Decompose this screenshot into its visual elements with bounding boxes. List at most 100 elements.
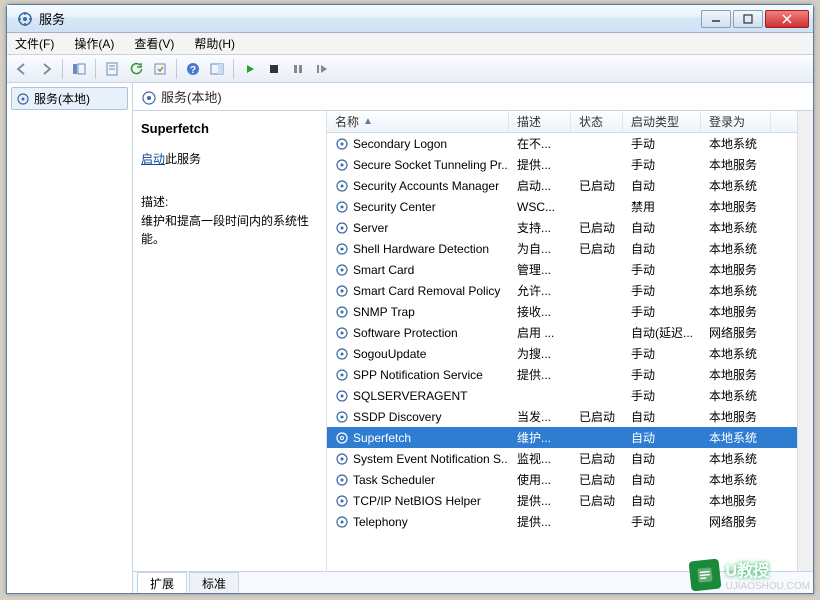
service-row[interactable]: TCP/IP NetBIOS Helper提供...已启动自动本地服务 <box>327 490 797 511</box>
start-suffix: 此服务 <box>165 152 201 166</box>
vertical-scrollbar[interactable] <box>797 111 813 571</box>
service-row[interactable]: SPP Notification Service提供...手动本地服务 <box>327 364 797 385</box>
gear-icon <box>335 389 349 403</box>
service-row[interactable]: Smart Card管理...手动本地服务 <box>327 259 797 280</box>
service-desc: 使用... <box>509 471 571 488</box>
properties-button[interactable] <box>101 58 123 80</box>
service-logon: 本地服务 <box>701 303 771 320</box>
service-start-type: 自动 <box>623 429 701 446</box>
service-name: SQLSERVERAGENT <box>353 389 467 403</box>
service-name: TCP/IP NetBIOS Helper <box>353 494 481 508</box>
service-name: Superfetch <box>353 431 411 445</box>
column-status[interactable]: 状态 <box>571 111 623 132</box>
menu-view[interactable]: 查看(V) <box>130 33 178 54</box>
service-name: Server <box>353 221 388 235</box>
back-button[interactable] <box>11 58 33 80</box>
refresh-button[interactable] <box>125 58 147 80</box>
column-desc[interactable]: 描述 <box>509 111 571 132</box>
service-name: Software Protection <box>353 326 458 340</box>
service-logon: 网络服务 <box>701 324 771 341</box>
start-service-button[interactable] <box>239 58 261 80</box>
close-button[interactable] <box>765 10 809 28</box>
service-logon: 本地系统 <box>701 450 771 467</box>
service-row[interactable]: SNMP Trap接收...手动本地服务 <box>327 301 797 322</box>
menu-file[interactable]: 文件(F) <box>11 33 58 54</box>
service-status: 已启动 <box>571 492 623 509</box>
service-row[interactable]: Telephony提供...手动网络服务 <box>327 511 797 532</box>
service-status: 已启动 <box>571 408 623 425</box>
menu-help[interactable]: 帮助(H) <box>190 33 239 54</box>
watermark: U教授 UJIAOSHOU.COM <box>690 557 810 592</box>
watermark-url: UJIAOSHOU.COM <box>726 581 810 592</box>
service-row[interactable]: Task Scheduler使用...已启动自动本地系统 <box>327 469 797 490</box>
gear-icon <box>335 179 349 193</box>
watermark-text: U教授 <box>726 563 770 580</box>
menu-action[interactable]: 操作(A) <box>70 33 118 54</box>
service-start-type: 禁用 <box>623 198 701 215</box>
list-header: 名称▲ 描述 状态 启动类型 登录为 <box>327 111 797 133</box>
service-row[interactable]: Superfetch维护...自动本地系统 <box>327 427 797 448</box>
service-start-type: 自动 <box>623 450 701 467</box>
start-link[interactable]: 启动 <box>141 152 165 166</box>
pause-service-button[interactable] <box>287 58 309 80</box>
tree-root-item[interactable]: 服务(本地) <box>11 87 128 110</box>
panel-body: Superfetch 启动此服务 描述: 维护和提高一段时间内的系统性能。 名称… <box>133 111 813 571</box>
service-status: 已启动 <box>571 219 623 236</box>
column-start-type[interactable]: 启动类型 <box>623 111 701 132</box>
service-name: Security Accounts Manager <box>353 179 499 193</box>
minimize-button[interactable] <box>701 10 731 28</box>
service-desc: 为自... <box>509 240 571 257</box>
service-row[interactable]: Software Protection启用 ...自动(延迟...网络服务 <box>327 322 797 343</box>
service-row[interactable]: SogouUpdate为搜...手动本地系统 <box>327 343 797 364</box>
column-name[interactable]: 名称▲ <box>327 111 509 132</box>
service-row[interactable]: Server支持...已启动自动本地系统 <box>327 217 797 238</box>
window-controls <box>701 10 809 28</box>
service-row[interactable]: Smart Card Removal Policy允许...手动本地系统 <box>327 280 797 301</box>
service-status: 已启动 <box>571 471 623 488</box>
service-row[interactable]: Secondary Logon在不...手动本地系统 <box>327 133 797 154</box>
service-logon: 本地服务 <box>701 198 771 215</box>
service-name: Shell Hardware Detection <box>353 242 489 256</box>
services-window: 服务 文件(F) 操作(A) 查看(V) 帮助(H) ? <box>6 4 814 594</box>
titlebar[interactable]: 服务 <box>7 5 813 33</box>
restart-service-button[interactable] <box>311 58 333 80</box>
service-row[interactable]: Security Accounts Manager启动...已启动自动本地系统 <box>327 175 797 196</box>
export-button[interactable] <box>149 58 171 80</box>
service-desc: 监视... <box>509 450 571 467</box>
service-desc: 管理... <box>509 261 571 278</box>
service-name: Secondary Logon <box>353 137 447 151</box>
service-desc: 启用 ... <box>509 324 571 341</box>
list-body[interactable]: Secondary Logon在不...手动本地系统Secure Socket … <box>327 133 797 571</box>
action-pane-button[interactable] <box>206 58 228 80</box>
tab-standard[interactable]: 标准 <box>189 572 239 593</box>
toolbar-separator <box>95 59 96 79</box>
service-desc: WSC... <box>509 200 571 214</box>
service-row[interactable]: Secure Socket Tunneling Pr...提供...手动本地服务 <box>327 154 797 175</box>
service-row[interactable]: SSDP Discovery当发...已启动自动本地服务 <box>327 406 797 427</box>
service-row[interactable]: SQLSERVERAGENT手动本地系统 <box>327 385 797 406</box>
gear-icon <box>335 284 349 298</box>
tab-extended[interactable]: 扩展 <box>137 572 187 593</box>
gear-icon <box>335 347 349 361</box>
service-name: Security Center <box>353 200 436 214</box>
toolbar-separator <box>176 59 177 79</box>
service-row[interactable]: Shell Hardware Detection为自...已启动自动本地系统 <box>327 238 797 259</box>
service-logon: 本地服务 <box>701 408 771 425</box>
forward-button[interactable] <box>35 58 57 80</box>
service-desc: 接收... <box>509 303 571 320</box>
watermark-text-block: U教授 UJIAOSHOU.COM <box>726 557 810 592</box>
show-hide-tree-button[interactable] <box>68 58 90 80</box>
service-row[interactable]: Security Center WSC... 禁用本地服务 <box>327 196 797 217</box>
start-service-line: 启动此服务 <box>141 150 318 167</box>
service-row[interactable]: System Event Notification S...监视...已启动自动… <box>327 448 797 469</box>
service-start-type: 手动 <box>623 261 701 278</box>
gear-icon <box>141 90 155 104</box>
maximize-button[interactable] <box>733 10 763 28</box>
service-start-type: 手动 <box>623 366 701 383</box>
help-button[interactable]: ? <box>182 58 204 80</box>
service-status: 已启动 <box>571 177 623 194</box>
service-logon: 网络服务 <box>701 513 771 530</box>
stop-service-button[interactable] <box>263 58 285 80</box>
column-logon[interactable]: 登录为 <box>701 111 771 132</box>
service-desc: 提供... <box>509 366 571 383</box>
